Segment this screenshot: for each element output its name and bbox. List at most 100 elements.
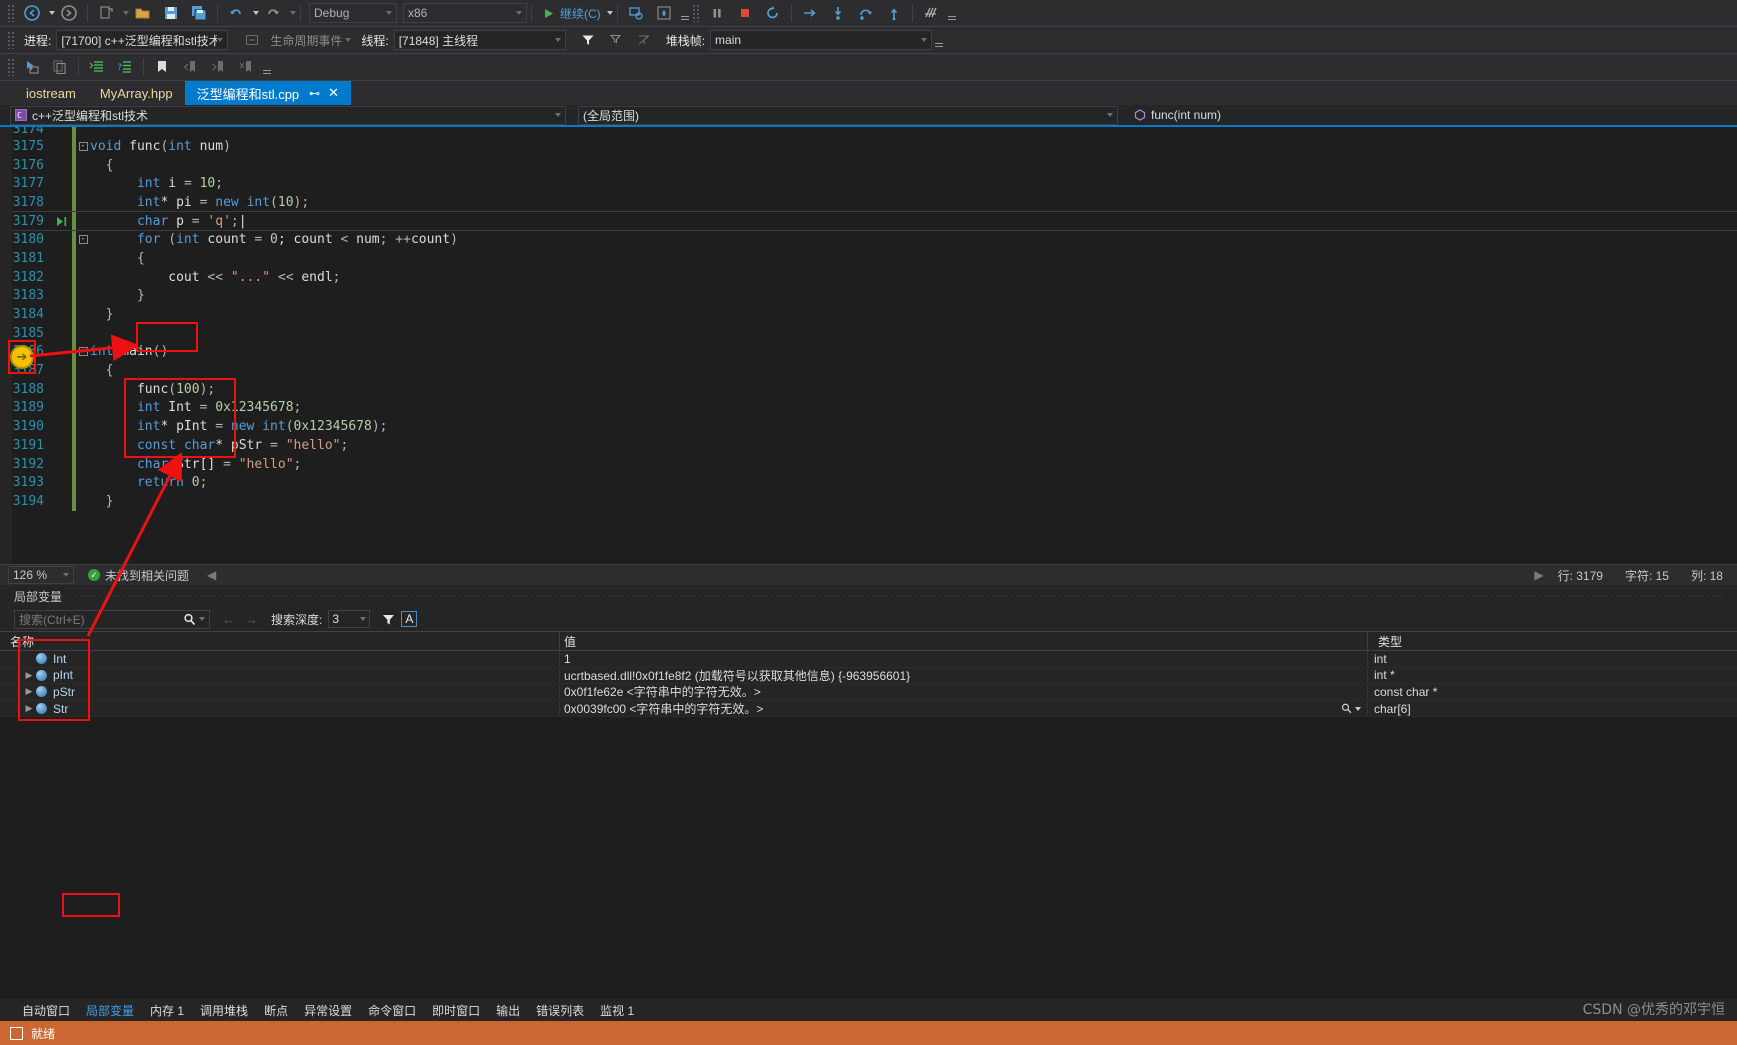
toolbar-grip[interactable] [7, 58, 15, 76]
code-line[interactable]: 3185 [0, 323, 1737, 343]
cell-value[interactable]: 0x0f1fe62e <字符串中的字符无效。> [560, 684, 1368, 700]
code-editor[interactable]: 3174 3175- void func(int num) 3176 {3177 in… [0, 127, 1737, 564]
toolbar-grip[interactable] [7, 4, 15, 22]
bottom-tab[interactable]: 调用堆栈 [192, 1000, 256, 1020]
bottom-tab[interactable]: 即时窗口 [424, 1000, 488, 1020]
code-line[interactable]: 3188 func(100); [0, 379, 1737, 399]
project-dropdown[interactable]: C c++泛型编程和stl技术 [10, 105, 566, 125]
expand-arrow-icon[interactable]: ▶ [22, 686, 36, 697]
code-line[interactable]: 3190 int* pInt = new int(0x12345678); [0, 417, 1737, 436]
save-icon[interactable] [157, 2, 185, 24]
process-dropdown[interactable]: [71700] c++泛型编程和stl技术.e: [56, 30, 229, 50]
code-line[interactable]: 3178 int* pi = new int(10); [0, 193, 1737, 212]
new-item-icon[interactable] [92, 2, 120, 24]
search-depth-dropdown[interactable]: 3 [328, 610, 371, 628]
debug-toolbar[interactable]: 进程: [71700] c++泛型编程和stl技术.e: 生命周期事件 线程: … [0, 27, 1737, 54]
tab-myarray-hpp[interactable]: MyArray.hpp [88, 81, 185, 105]
open-file-icon[interactable] [129, 2, 157, 24]
increase-indent-icon[interactable] [83, 56, 111, 78]
column-header-value[interactable]: 值 [560, 632, 1368, 650]
threads-icon[interactable] [917, 2, 945, 24]
code-line[interactable]: 3192 char Str[] = "hello"; [0, 454, 1737, 474]
document-tabs[interactable]: iostream MyArray.hpp 泛型编程和stl.cpp ⊷ ✕ [0, 81, 1737, 105]
bottom-tab[interactable]: 异常设置 [296, 1000, 360, 1020]
table-row[interactable]: ▶ Str 0x0039fc00 <字符串中的字符无效。> char[6] [0, 700, 1737, 718]
comment-icon[interactable]: ? [111, 56, 139, 78]
fold-toggle-icon[interactable]: - [76, 347, 90, 357]
code-line[interactable]: 3176 { [0, 155, 1737, 175]
toolbar-grip[interactable] [691, 4, 700, 22]
debug-window-tabs[interactable]: 自动窗口 局部变量 内存 1 调用堆栈 断点 异常设置 命令窗口 即时窗口 输出 错误列表 监视 1 [0, 999, 1737, 1021]
code-line[interactable]: 3183 } [0, 286, 1737, 306]
undo-icon[interactable] [222, 2, 250, 24]
step-over-icon[interactable] [852, 2, 880, 24]
code-line[interactable]: 3182 cout << "..." << endl; [0, 267, 1737, 287]
tab-iostream[interactable]: iostream [14, 81, 88, 105]
cell-type[interactable]: int * [1368, 668, 1737, 684]
select-tool-icon[interactable] [18, 56, 46, 78]
no-flag-icon[interactable] [630, 29, 658, 51]
code-line[interactable]: 3186-int main() [0, 342, 1737, 362]
hex-display-toggle[interactable]: A [401, 611, 418, 627]
current-statement-icon[interactable] [52, 216, 72, 227]
lifecycle-caret-icon[interactable] [345, 38, 352, 42]
code-line[interactable]: 3191 const char* pStr = "hello"; [0, 436, 1737, 455]
code-line[interactable]: 3193 return 0; [0, 473, 1737, 493]
toolbar-overflow-icon[interactable] [680, 4, 689, 22]
main-toolbar[interactable]: Debug x86 继续(C) [0, 0, 1737, 27]
fold-toggle-icon[interactable]: - [76, 141, 90, 151]
save-all-icon[interactable] [185, 2, 213, 24]
continue-caret-icon[interactable] [606, 11, 613, 15]
bottom-tab[interactable]: 监视 1 [592, 1000, 642, 1020]
pause-icon[interactable] [703, 2, 731, 24]
filter-icon[interactable] [382, 613, 395, 626]
thread-dropdown[interactable]: [71848] 主线程 [393, 30, 566, 50]
member-dropdown[interactable]: func(int num) [1130, 105, 1733, 125]
bottom-tab[interactable]: 局部变量 [78, 1000, 142, 1020]
code-line[interactable]: 3181 { [0, 249, 1737, 268]
code-line[interactable]: 3174 [0, 127, 1737, 137]
show-next-statement-icon[interactable] [796, 2, 824, 24]
variables-grid[interactable]: 名称 值 类型 Int 1 int ▶ pInt ucrtbased.dll!0x0f1f… [0, 631, 1737, 718]
stackframe-dropdown[interactable]: main [710, 30, 933, 50]
expand-arrow-icon[interactable]: ▶ [22, 703, 36, 714]
column-header-type[interactable]: 类型 [1368, 632, 1737, 650]
search-input[interactable]: 搜索(Ctrl+E) [14, 609, 210, 629]
toolbar-overflow-icon[interactable] [263, 58, 271, 76]
platform-dropdown[interactable]: x86 [403, 3, 527, 23]
tab-stl-cpp[interactable]: 泛型编程和stl.cpp ⊷ ✕ [184, 81, 352, 105]
next-icon[interactable]: → [245, 612, 258, 627]
code-lines[interactable]: 3174 3175- void func(int num) 3176 {3177 in… [0, 127, 1737, 511]
cell-value[interactable]: 1 [560, 651, 1368, 667]
locals-toolbar[interactable]: 搜索(Ctrl+E) ← → 搜索深度: 3 A [0, 607, 1737, 631]
cell-name[interactable]: Int [0, 651, 560, 667]
string-visualizer-icon[interactable] [1341, 703, 1361, 714]
toolbar-overflow-icon[interactable] [935, 31, 944, 49]
locals-panel[interactable]: 局部变量 搜索(Ctrl+E) ← → 搜索深度: 3 A 名称 值 类型 In… [0, 585, 1737, 718]
filter-icon[interactable] [574, 29, 602, 51]
toolbar-overflow-icon[interactable] [947, 4, 956, 22]
restart-icon[interactable] [759, 2, 787, 24]
next-bookmark-icon[interactable] [204, 56, 232, 78]
grid-rows[interactable]: Int 1 int ▶ pInt ucrtbased.dll!0x0f1fe8f2 (加载… [0, 651, 1737, 718]
code-line[interactable]: 3175- void func(int num) [0, 137, 1737, 156]
code-line[interactable]: 3189 int Int = 0x12345678; [0, 398, 1737, 418]
lifecycle-events-icon[interactable] [238, 29, 266, 51]
step-into-icon[interactable] [824, 2, 852, 24]
bottom-tab[interactable]: 断点 [256, 1000, 296, 1020]
code-line[interactable]: 3187 { [0, 361, 1737, 380]
problems-next-icon[interactable]: ▶ [1534, 568, 1543, 582]
close-icon[interactable]: ✕ [328, 85, 339, 101]
continue-button[interactable]: 继续(C) [536, 2, 604, 24]
cell-type[interactable]: char[6] [1368, 701, 1737, 717]
bottom-tab[interactable]: 错误列表 [528, 1000, 592, 1020]
table-row[interactable]: ▶ pStr 0x0f1fe62e <字符串中的字符无效。> const char * [0, 684, 1737, 701]
configuration-dropdown[interactable]: Debug [309, 3, 397, 23]
previous-bookmark-icon[interactable] [176, 56, 204, 78]
code-line[interactable]: 3194 } [0, 492, 1737, 511]
problems-prev-icon[interactable]: ◀ [207, 568, 216, 582]
fold-toggle-icon[interactable]: - [76, 235, 90, 245]
pin-icon[interactable]: ⊷ [309, 87, 320, 100]
cell-value[interactable]: ucrtbased.dll!0x0f1fe8f2 (加载符号以获取其他信息) {… [560, 667, 1368, 684]
expand-arrow-icon[interactable]: ▶ [22, 670, 36, 681]
